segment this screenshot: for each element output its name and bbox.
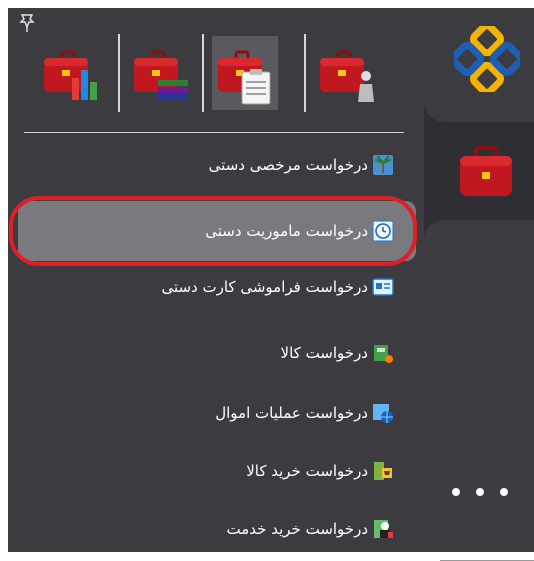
- menu-item-label: درخواست فراموشی کارت دستی: [161, 278, 368, 296]
- menu-separator: [24, 132, 404, 133]
- briefcase-person-icon[interactable]: [314, 36, 380, 110]
- rail-tab-more: [424, 220, 534, 561]
- briefcase-icon[interactable]: [458, 146, 514, 198]
- menu-item-leave-request[interactable]: درخواست مرخصی دستی: [8, 140, 424, 190]
- menu-item-goods-request[interactable]: درخواست کالا: [8, 328, 424, 378]
- menu-item-label: درخواست خرید خدمت: [226, 520, 368, 538]
- menu-item-label: درخواست خرید کالا: [246, 462, 368, 480]
- id-card-icon: [372, 278, 394, 296]
- clock-icon: [372, 220, 394, 242]
- app-logo-icon[interactable]: [454, 26, 520, 92]
- menu-item-assets-request[interactable]: درخواست عملیات اموال: [8, 388, 424, 438]
- briefcase-stack-icon[interactable]: [128, 36, 194, 110]
- side-rail: [424, 8, 534, 561]
- menu-item-label: درخواست ماموریت دستی: [205, 222, 368, 240]
- goods-icon: [374, 345, 393, 363]
- palm-tree-icon: [373, 155, 393, 175]
- pin-icon[interactable]: [18, 12, 40, 34]
- menu-item-card-forgotten-request[interactable]: درخواست فراموشی کارت دستی: [8, 262, 424, 312]
- rail-tab-logo: [424, 8, 534, 122]
- briefcase-clipboard-icon[interactable]: [212, 36, 278, 110]
- toolbar-divider: [304, 34, 306, 112]
- menu-item-label: درخواست عملیات اموال: [215, 404, 368, 422]
- menu-item-label: درخواست کالا: [280, 344, 368, 362]
- menu-item-mission-request[interactable]: درخواست ماموریت دستی: [8, 206, 424, 256]
- assets-globe-icon: [373, 404, 393, 423]
- menu-panel: درخواست مرخصی دستی درخواست ماموریت دستی …: [8, 8, 424, 552]
- more-icon[interactable]: [452, 488, 508, 496]
- toolbar-divider: [118, 34, 120, 112]
- service-person-icon: [374, 520, 393, 538]
- menu-item-label: درخواست مرخصی دستی: [208, 156, 368, 174]
- toolbar-divider: [202, 34, 204, 112]
- menu-item-purchase-goods-request[interactable]: درخواست خرید کالا: [8, 446, 424, 496]
- purchase-cart-icon: [374, 462, 392, 480]
- briefcase-chart-icon[interactable]: [38, 36, 104, 110]
- menu-item-purchase-service-request[interactable]: درخواست خرید خدمت: [8, 504, 424, 554]
